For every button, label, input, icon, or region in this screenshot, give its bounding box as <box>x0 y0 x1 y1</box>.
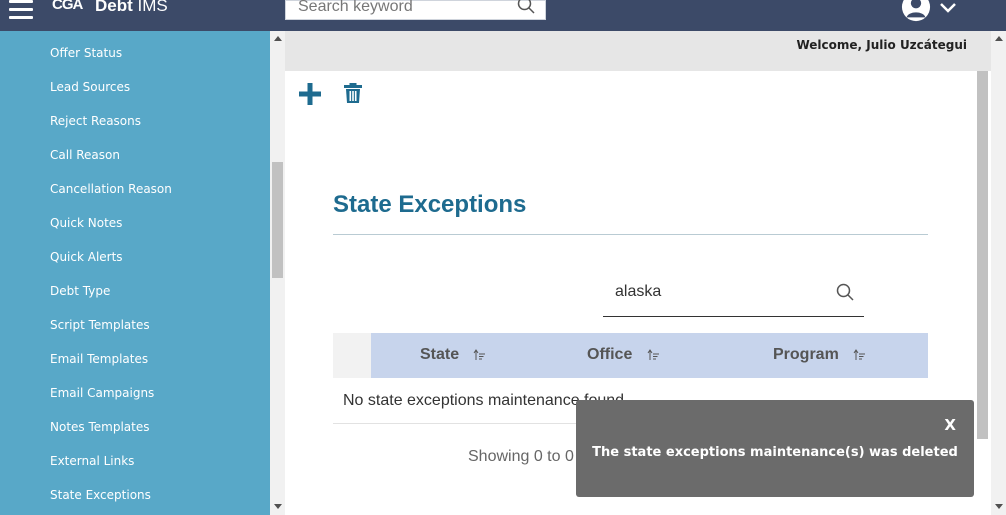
toast-message: The state exceptions maintenance(s) was … <box>592 445 958 460</box>
logo-mark: CGA <box>52 0 83 13</box>
sidebar-item-call-reason[interactable]: Call Reason <box>0 136 270 170</box>
table-search-input[interactable] <box>615 281 815 303</box>
sort-icon[interactable] <box>647 349 660 361</box>
sort-icon[interactable] <box>473 349 486 361</box>
page-scroll-down-icon[interactable] <box>995 504 1003 509</box>
sidebar-item-label: Reject Reasons <box>50 114 142 128</box>
sidebar-item-label: Quick Notes <box>50 216 123 230</box>
sidebar-item-quick-alerts[interactable]: Quick Alerts <box>0 238 270 272</box>
sidebar-item-reject-reasons[interactable]: Reject Reasons <box>0 102 270 136</box>
sidebar-item-debt-type[interactable]: Debt Type <box>0 272 270 306</box>
welcome-bar: Welcome, Julio Uzcátegui <box>285 31 991 71</box>
title-divider <box>333 234 928 235</box>
app-name: Debt IMS <box>95 0 168 16</box>
table-header: State Office Program <box>333 333 928 378</box>
toast-close-button[interactable]: X <box>944 416 956 434</box>
welcome-message: Welcome, Julio Uzcátegui <box>796 38 967 52</box>
sidebar-item-lead-sources[interactable]: Lead Sources <box>0 68 270 102</box>
sidebar-scroll-up-icon[interactable] <box>274 36 282 41</box>
toast-notification: X The state exceptions maintenance(s) wa… <box>576 400 974 497</box>
plus-icon[interactable] <box>299 83 321 105</box>
search-icon[interactable] <box>836 283 854 301</box>
sidebar-item-label: Debt Type <box>50 284 111 298</box>
sidebar-scroll-down-icon[interactable] <box>274 504 282 509</box>
search-icon[interactable] <box>517 0 535 14</box>
global-search-box <box>285 0 546 20</box>
table-header-columns: State Office Program <box>371 333 928 378</box>
sidebar-item-label: Quick Alerts <box>50 250 123 264</box>
content-scrollbar-thumb[interactable] <box>977 71 988 439</box>
column-header-office[interactable]: Office <box>587 346 632 364</box>
app-name-bold: Debt <box>95 0 133 15</box>
pagination-info: Showing 0 to 0 <box>468 448 574 465</box>
sort-icon[interactable] <box>853 349 866 361</box>
sidebar-item-label: Script Templates <box>50 318 150 332</box>
hamburger-menu-icon[interactable] <box>9 0 33 20</box>
sidebar-item-cancellation-reason[interactable]: Cancellation Reason <box>0 170 270 204</box>
sidebar-item-state-exceptions[interactable]: State Exceptions <box>0 476 270 510</box>
sidebar-item-label: State Exceptions <box>50 488 151 502</box>
sidebar-item-offer-status[interactable]: Offer Status <box>0 34 270 68</box>
page-title: State Exceptions <box>333 191 527 218</box>
sidebar-item-label: Lead Sources <box>50 80 131 94</box>
sidebar-item-notes-templates[interactable]: Notes Templates <box>0 408 270 442</box>
sidebar-item-label: Call Reason <box>50 148 120 162</box>
sidebar-item-external-links[interactable]: External Links <box>0 442 270 476</box>
sidebar-item-label: Offer Status <box>50 46 123 60</box>
column-header-program[interactable]: Program <box>773 346 839 364</box>
sidebar-item-label: Email Campaigns <box>50 386 155 400</box>
sidebar: Offer Status Lead Sources Reject Reasons… <box>0 31 270 515</box>
user-icon[interactable] <box>900 0 932 22</box>
sidebar-item-label: Cancellation Reason <box>50 182 172 196</box>
page-scrollbar[interactable] <box>991 31 1006 515</box>
chevron-down-icon[interactable] <box>938 0 958 16</box>
trash-icon[interactable] <box>344 83 362 103</box>
sidebar-item-label: Notes Templates <box>50 420 150 434</box>
top-navbar: CGA Debt IMS <box>0 0 1006 31</box>
sidebar-item-label: Email Templates <box>50 352 149 366</box>
table-search-box <box>603 273 864 317</box>
sidebar-item-quick-notes[interactable]: Quick Notes <box>0 204 270 238</box>
sidebar-item-label: External Links <box>50 454 135 468</box>
sidebar-item-email-templates[interactable]: Email Templates <box>0 340 270 374</box>
column-header-state[interactable]: State <box>420 346 459 364</box>
select-column-header <box>333 333 371 378</box>
sidebar-item-script-templates[interactable]: Script Templates <box>0 306 270 340</box>
app-name-rest: IMS <box>132 0 168 15</box>
sidebar-item-email-campaigns[interactable]: Email Campaigns <box>0 374 270 408</box>
global-search-input[interactable] <box>298 0 498 19</box>
sidebar-scrollbar-thumb[interactable] <box>272 162 283 278</box>
page-scroll-up-icon[interactable] <box>995 36 1003 41</box>
